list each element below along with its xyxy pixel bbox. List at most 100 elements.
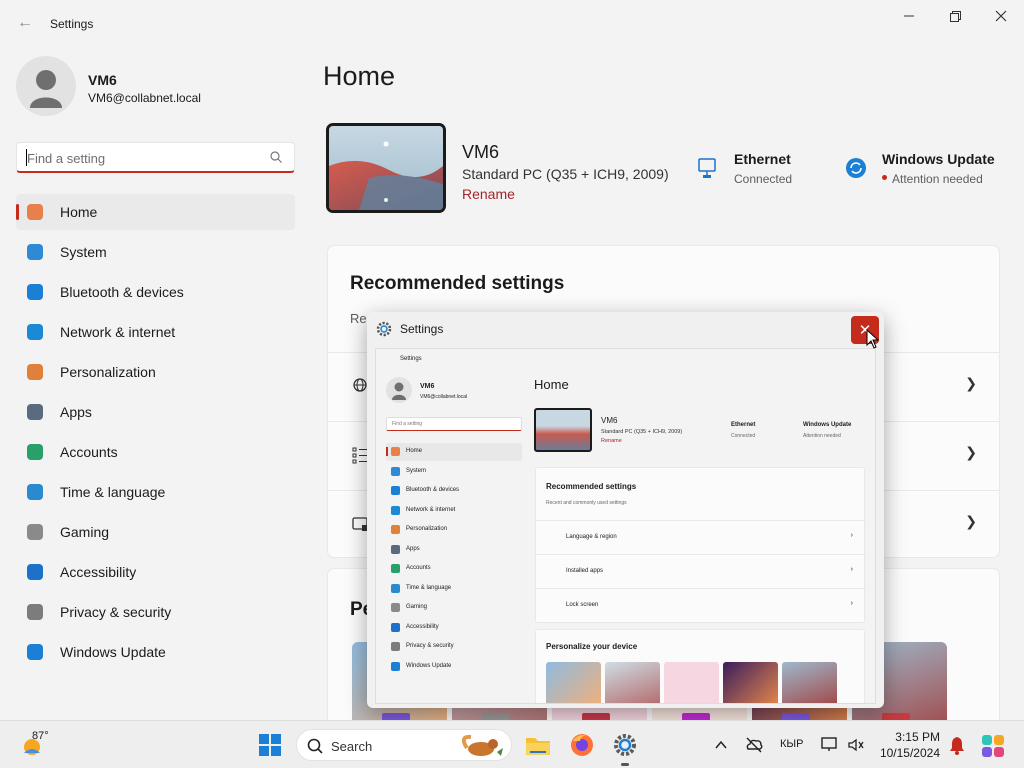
gamepad-icon — [391, 603, 400, 612]
taskbar-search[interactable]: Search — [296, 729, 512, 761]
sidebar-item-windows-update[interactable]: Windows Update — [16, 634, 295, 670]
chevron-right-icon: ❯ — [965, 375, 977, 391]
sidebar-item-bluetooth-devices[interactable]: Bluetooth & devices — [16, 274, 295, 310]
thumb-theme — [723, 662, 778, 703]
accounts-icon — [25, 442, 45, 462]
accessibility-icon — [391, 622, 400, 632]
input-language[interactable]: КЫР — [780, 738, 803, 750]
attention-dot — [882, 175, 887, 180]
restore-button[interactable] — [932, 0, 978, 32]
preview-thumbnail: Settings VM6 VM6@collabnet.local Find a … — [375, 348, 876, 704]
preview-title: Settings — [400, 322, 444, 336]
device-spec: Standard PC (Q35 + ICH9, 2009) — [462, 166, 669, 182]
thumb-theme — [664, 662, 719, 703]
thumb-rename: Rename — [601, 438, 622, 444]
accounts-icon — [391, 564, 400, 573]
shield-icon — [25, 602, 45, 622]
thumb-theme — [782, 662, 837, 703]
sidebar-item-home[interactable]: Home — [16, 194, 295, 230]
thumb-nav-item: Bluetooth & devices — [386, 482, 522, 500]
file-explorer-icon[interactable] — [524, 731, 552, 759]
weather-temperature[interactable]: 87° — [32, 730, 49, 742]
sidebar-item-label: Home — [60, 204, 98, 220]
chevron-right-icon: › — [850, 532, 853, 539]
sidebar: VM6 VM6@collabnet.local Find a setting H… — [0, 48, 310, 720]
thumb-nav-item: Privacy & security — [386, 638, 522, 656]
thumb-device-name: VM6 — [601, 416, 618, 425]
page-title: Home — [323, 61, 396, 91]
bluetooth-icon — [25, 282, 45, 302]
windows-update-status: Attention needed — [892, 172, 983, 186]
sidebar-item-personalization[interactable]: Personalization — [16, 354, 295, 390]
notification-bell-icon[interactable] — [948, 735, 966, 755]
sidebar-item-label: Gaming — [60, 524, 110, 540]
user-avatar-icon — [30, 70, 62, 108]
update-icon — [25, 642, 45, 662]
search-icon — [307, 738, 323, 754]
thumb-nav-item: Gaming — [386, 599, 522, 617]
minimize-icon — [904, 15, 914, 17]
globe-clock-icon — [391, 583, 400, 593]
thumb-nav-label: Network & internet — [406, 506, 456, 513]
sidebar-item-gaming[interactable]: Gaming — [16, 514, 295, 550]
sidebar-item-label: Network & internet — [60, 324, 176, 340]
taskbar-window-preview[interactable]: Settings ✕ Settings VM6 VM6@collabnet.lo… — [367, 312, 884, 708]
thumb-nav-label: Gaming — [406, 604, 428, 610]
firefox-icon[interactable] — [568, 731, 596, 759]
thumb-nav-item: System — [386, 463, 522, 481]
system-icon — [25, 242, 45, 262]
thumb-nav: Home System Bluetooth & devices Network & i… — [386, 443, 522, 677]
sidebar-item-label: Time & language — [60, 484, 166, 500]
settings-gear-icon[interactable] — [611, 731, 639, 759]
ethernet-icon — [698, 158, 716, 178]
accessibility-icon — [25, 562, 45, 582]
device-wallpaper-image[interactable] — [326, 123, 446, 213]
clock-date[interactable]: 10/15/2024 — [870, 746, 940, 760]
ethernet-title[interactable]: Ethernet — [734, 151, 791, 167]
sidebar-item-privacy-security[interactable]: Privacy & security — [16, 594, 295, 630]
sidebar-nav: Home System Bluetooth & devices Network & i… — [16, 194, 295, 674]
sidebar-item-label: Accessibility — [60, 564, 137, 580]
minimize-button[interactable] — [886, 0, 932, 32]
sidebar-item-label: Privacy & security — [60, 604, 172, 620]
onedrive-offline-icon[interactable] — [744, 735, 764, 755]
thumb-nav-label: Time & language — [406, 584, 452, 591]
bluetooth-icon — [391, 486, 400, 495]
thumb-nav-item: Apps — [386, 541, 522, 559]
thumb-nav-label: Personalization — [406, 526, 448, 532]
copilot-icon[interactable] — [980, 733, 1006, 759]
close-button[interactable] — [978, 0, 1024, 32]
sidebar-item-system[interactable]: System — [16, 234, 295, 270]
sidebar-item-accounts[interactable]: Accounts — [16, 434, 295, 470]
thumb-nav-item: Accessibility — [386, 619, 522, 637]
app-title: Settings — [50, 17, 94, 31]
thumb-nav-label: Home — [406, 448, 423, 454]
thumb-search: Find a setting — [386, 417, 522, 431]
search-placeholder: Find a setting — [27, 151, 106, 166]
sidebar-item-apps[interactable]: Apps — [16, 394, 295, 430]
wifi-icon — [391, 505, 400, 515]
start-windows-icon[interactable] — [256, 731, 284, 759]
rename-link[interactable]: Rename — [462, 186, 515, 202]
sidebar-item-accessibility[interactable]: Accessibility — [16, 554, 295, 590]
avatar[interactable] — [16, 56, 76, 116]
thumb-user-name: VM6 — [420, 383, 435, 390]
thumb-ethernet: Ethernet — [731, 422, 756, 428]
thumb-update: Windows Update — [803, 422, 852, 428]
sidebar-item-time-language[interactable]: Time & language — [16, 474, 295, 510]
search-icon[interactable] — [270, 151, 282, 163]
windows-update-title[interactable]: Windows Update — [882, 151, 995, 167]
preview-header: Settings ✕ — [367, 312, 884, 348]
back-arrow-icon[interactable]: ← — [14, 12, 36, 34]
clock-time[interactable]: 3:15 PM — [882, 730, 940, 744]
volume-muted-icon[interactable] — [846, 735, 866, 755]
thumb-device-image — [534, 408, 592, 452]
brush-icon — [25, 362, 45, 382]
settings-gear-icon — [376, 321, 392, 337]
chevron-up-icon[interactable] — [714, 738, 728, 752]
search-input[interactable]: Find a setting — [16, 142, 295, 173]
network-monitor-icon[interactable] — [820, 735, 840, 755]
chevron-right-icon: › — [850, 600, 853, 607]
sidebar-item-network-internet[interactable]: Network & internet — [16, 314, 295, 350]
user-name: VM6 — [88, 72, 117, 88]
